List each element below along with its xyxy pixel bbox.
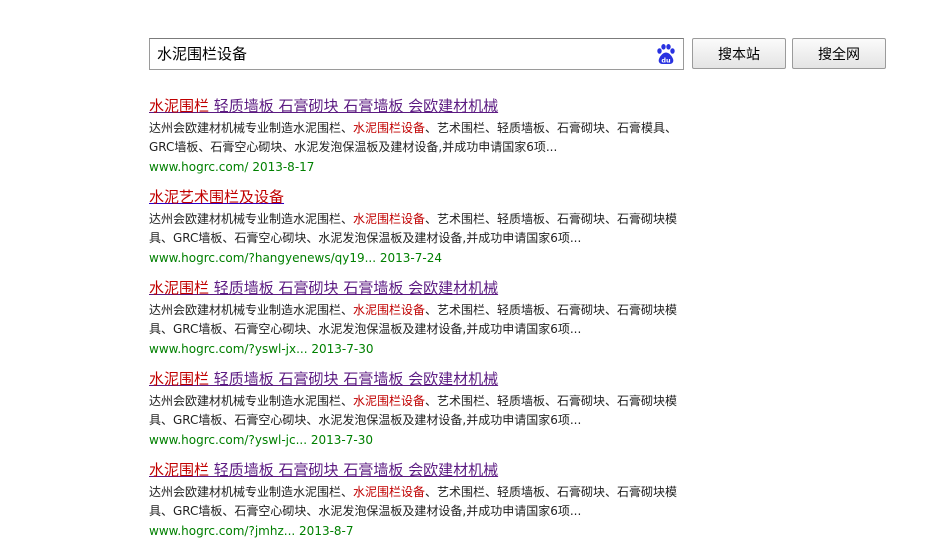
result-url: www.hogrc.com/?yswl-jx...: [149, 342, 308, 356]
svg-text:du: du: [661, 56, 671, 64]
result-item: 水泥围栏 轻质墙板 石膏砌块 石膏墙板 会欧建材机械 达州会欧建材机械专业制造水…: [149, 460, 709, 540]
baidu-paw-icon[interactable]: du: [655, 43, 677, 65]
title-highlight: 水泥: [149, 188, 180, 206]
result-title-link[interactable]: 水泥围栏 轻质墙板 石膏砌块 石膏墙板 会欧建材机械: [149, 369, 709, 389]
abstract-text: 达州会欧建材机械专业制造水泥围栏、: [149, 485, 354, 499]
title-highlight: 水泥围栏: [149, 461, 210, 479]
result-abstract: 达州会欧建材机械专业制造水泥围栏、水泥围栏设备、艺术围栏、轻质墙板、石膏砌块、石…: [149, 392, 694, 430]
result-url-line: www.hogrc.com/?yswl-jc... 2013-7-30: [149, 431, 709, 449]
result-url-line: www.hogrc.com/?hangyenews/qy19... 2013-7…: [149, 249, 709, 267]
result-abstract: 达州会欧建材机械专业制造水泥围栏、水泥围栏设备、艺术围栏、轻质墙板、石膏砌块、石…: [149, 210, 694, 248]
result-url-line: www.hogrc.com/?yswl-jx... 2013-7-30: [149, 340, 709, 358]
results-list: 水泥围栏 轻质墙板 石膏砌块 石膏墙板 会欧建材机械 达州会欧建材机械专业制造水…: [149, 96, 709, 540]
result-url: www.hogrc.com/?hangyenews/qy19...: [149, 251, 377, 265]
result-item: 水泥围栏 轻质墙板 石膏砌块 石膏墙板 会欧建材机械 达州会欧建材机械专业制造水…: [149, 278, 709, 369]
result-item: 水泥艺术围栏及设备 达州会欧建材机械专业制造水泥围栏、水泥围栏设备、艺术围栏、轻…: [149, 187, 709, 278]
abstract-highlight: 水泥围栏设备: [353, 303, 426, 317]
abstract-highlight: 水泥围栏设备: [353, 121, 426, 135]
search-box: du: [149, 38, 684, 70]
search-results-page: du 搜本站 搜全网 水泥围栏 轻质墙板 石膏砌块 石膏墙板 会欧建材机械 达州…: [0, 0, 948, 540]
search-input[interactable]: [150, 39, 657, 69]
title-rest: 轻质墙板 石膏砌块 石膏墙板 会欧建材机械: [209, 370, 499, 388]
title-rest: 轻质墙板 石膏砌块 石膏墙板 会欧建材机械: [209, 461, 499, 479]
abstract-highlight: 水泥围栏设备: [353, 485, 426, 499]
abstract-text: 达州会欧建材机械专业制造水泥围栏、: [149, 394, 354, 408]
result-date: 2013-8-7: [299, 524, 354, 538]
result-date: 2013-7-30: [311, 342, 374, 356]
result-title-link[interactable]: 水泥围栏 轻质墙板 石膏砌块 石膏墙板 会欧建材机械: [149, 460, 709, 480]
title-highlight: 水泥围栏: [149, 370, 210, 388]
result-item: 水泥围栏 轻质墙板 石膏砌块 石膏墙板 会欧建材机械 达州会欧建材机械专业制造水…: [149, 96, 709, 187]
abstract-text: 达州会欧建材机械专业制造水泥围栏、: [149, 121, 354, 135]
result-item: 水泥围栏 轻质墙板 石膏砌块 石膏墙板 会欧建材机械 达州会欧建材机械专业制造水…: [149, 369, 709, 460]
search-site-button[interactable]: 搜本站: [692, 38, 786, 69]
result-url-line: www.hogrc.com/?jmhz... 2013-8-7: [149, 522, 709, 540]
result-date: 2013-7-30: [310, 433, 373, 447]
title-highlight: 水泥围栏: [149, 279, 210, 297]
result-date: 2013-7-24: [379, 251, 442, 265]
title-rest: 轻质墙板 石膏砌块 石膏墙板 会欧建材机械: [209, 97, 499, 115]
result-abstract: 达州会欧建材机械专业制造水泥围栏、水泥围栏设备、艺术围栏、轻质墙板、石膏砌块、石…: [149, 301, 694, 339]
result-url: www.hogrc.com/: [149, 160, 249, 174]
result-title-link[interactable]: 水泥围栏 轻质墙板 石膏砌块 石膏墙板 会欧建材机械: [149, 278, 709, 298]
result-url: www.hogrc.com/?yswl-jc...: [149, 433, 308, 447]
abstract-text: 达州会欧建材机械专业制造水泥围栏、: [149, 303, 354, 317]
abstract-text: 达州会欧建材机械专业制造水泥围栏、: [149, 212, 354, 226]
abstract-highlight: 水泥围栏设备: [353, 212, 426, 226]
result-abstract: 达州会欧建材机械专业制造水泥围栏、水泥围栏设备、艺术围栏、轻质墙板、石膏砌块、石…: [149, 119, 694, 157]
search-web-button[interactable]: 搜全网: [792, 38, 886, 69]
abstract-highlight: 水泥围栏设备: [353, 394, 426, 408]
result-title-link[interactable]: 水泥艺术围栏及设备: [149, 187, 709, 207]
search-bar: du 搜本站 搜全网: [149, 38, 889, 70]
title-rest: 轻质墙板 石膏砌块 石膏墙板 会欧建材机械: [209, 279, 499, 297]
title-highlight: 水泥围栏: [149, 97, 210, 115]
title-rest: 艺术围栏及设备: [179, 188, 285, 206]
result-url: www.hogrc.com/?jmhz...: [149, 524, 296, 538]
result-url-line: www.hogrc.com/ 2013-8-17: [149, 158, 709, 176]
result-abstract: 达州会欧建材机械专业制造水泥围栏、水泥围栏设备、艺术围栏、轻质墙板、石膏砌块、石…: [149, 483, 694, 521]
result-date: 2013-8-17: [252, 160, 315, 174]
result-title-link[interactable]: 水泥围栏 轻质墙板 石膏砌块 石膏墙板 会欧建材机械: [149, 96, 709, 116]
